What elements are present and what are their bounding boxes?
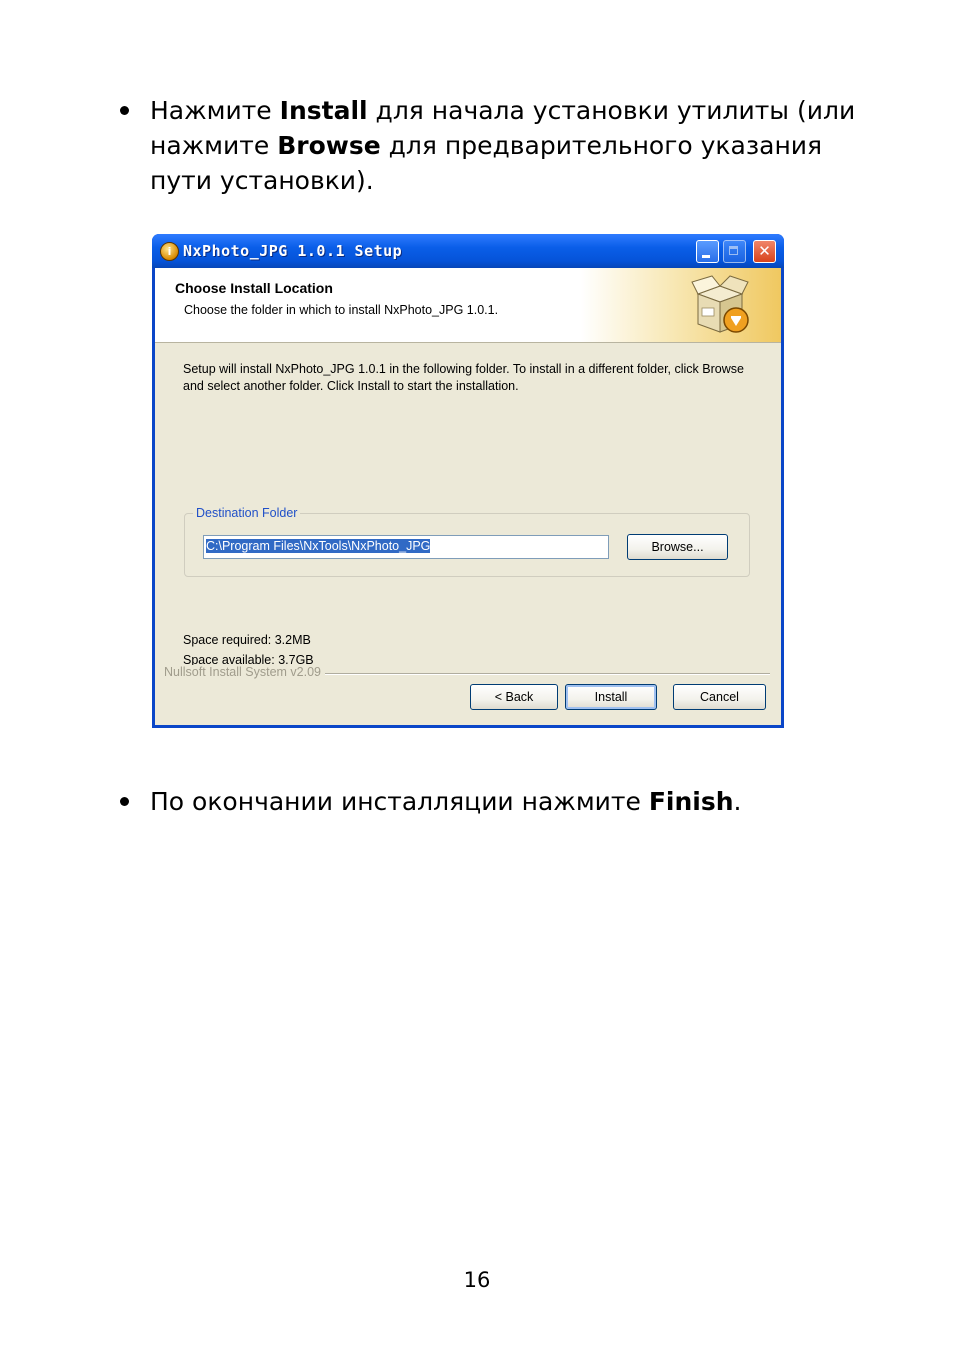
- header-title: Choose Install Location: [175, 280, 333, 296]
- dialog-header: Choose Install Location Choose the folde…: [155, 268, 781, 343]
- dialog-client-area: Choose Install Location Choose the folde…: [155, 268, 781, 725]
- page-number: 16: [463, 1268, 491, 1292]
- close-button[interactable]: ✕: [753, 240, 776, 263]
- bold-finish: Finish: [648, 787, 734, 816]
- bullet-finish-instruction: По окончании инсталляции нажмите Finish.: [120, 784, 860, 819]
- header-subtitle: Choose the folder in which to install Nx…: [184, 303, 499, 317]
- text-part: Нажмите: [150, 96, 280, 125]
- bullet-dot: [120, 797, 129, 806]
- install-description: Setup will install NxPhoto_JPG 1.0.1 in …: [183, 362, 744, 393]
- destination-folder-legend: Destination Folder: [193, 506, 301, 520]
- minimize-button[interactable]: [696, 240, 719, 263]
- install-button[interactable]: Install: [565, 684, 657, 710]
- text-part: .: [733, 787, 742, 816]
- text-part: По окончании инсталляции нажмите: [150, 787, 649, 816]
- bullet-install-instruction: Нажмите Install для начала установки ути…: [120, 93, 860, 198]
- back-button[interactable]: < Back: [470, 684, 558, 710]
- window-title: NxPhoto_JPG 1.0.1 Setup: [183, 242, 403, 260]
- space-required: Space required: 3.2MB: [183, 633, 311, 647]
- bold-install: Install: [279, 96, 368, 125]
- bullet-dot: [120, 106, 129, 115]
- maximize-button: [723, 240, 746, 263]
- nsis-branding: Nullsoft Install System v2.09: [164, 665, 326, 679]
- installer-icon: i: [160, 242, 179, 261]
- browse-button[interactable]: Browse...: [627, 534, 728, 560]
- cancel-button[interactable]: Cancel: [673, 684, 766, 710]
- setup-dialog: i NxPhoto_JPG 1.0.1 Setup ✕ Choose Insta…: [152, 234, 784, 728]
- destination-path-value: C:\Program Files\NxTools\NxPhoto_JPG: [206, 539, 431, 553]
- bullet-text: Нажмите Install для начала установки ути…: [150, 93, 860, 198]
- destination-path-input[interactable]: C:\Program Files\NxTools\NxPhoto_JPG: [203, 535, 609, 559]
- install-box-icon: [691, 275, 749, 333]
- title-bar[interactable]: i NxPhoto_JPG 1.0.1 Setup ✕: [152, 234, 784, 268]
- bullet-text: По окончании инсталляции нажмите Finish.: [150, 784, 860, 819]
- bold-browse: Browse: [277, 131, 381, 160]
